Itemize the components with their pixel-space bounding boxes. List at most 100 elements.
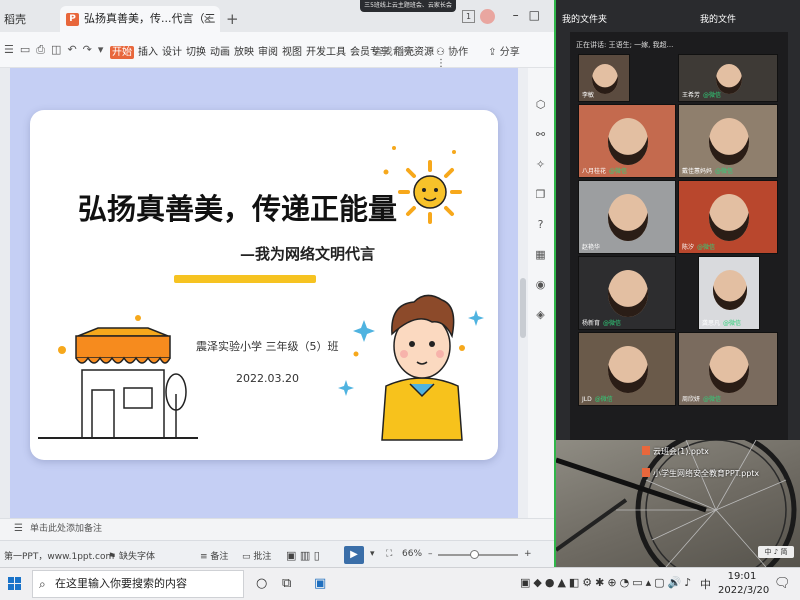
slide-school[interactable]: 震泽实验小学 三年级（5）班	[196, 338, 339, 354]
tab-home[interactable]: 稻壳	[0, 8, 58, 32]
windows-start-icon[interactable]	[8, 577, 22, 591]
location-icon[interactable]: ◉	[534, 278, 547, 291]
participant-video	[712, 270, 748, 310]
desktop-folder-left[interactable]: 我的文件夹	[562, 12, 607, 25]
desktop-file[interactable]: 云班会(1).pptx	[642, 446, 709, 457]
menu-start[interactable]: 开始	[110, 46, 134, 59]
comment-icon: ▭	[242, 552, 254, 562]
participant-name: 八月桂花 @微信	[582, 166, 627, 175]
menu-review[interactable]: 审阅	[258, 47, 278, 58]
participant-video	[607, 118, 649, 166]
notification-icon[interactable]: 🗨	[774, 576, 791, 591]
menu-view[interactable]: 视图	[282, 47, 302, 58]
shape-icon[interactable]: ⬡	[534, 98, 547, 111]
participant-tile[interactable]: 李敏	[578, 54, 630, 102]
remark-button[interactable]: ≡ 备注	[200, 549, 228, 562]
slide-title[interactable]: 弘扬真善美，传递正能量	[78, 186, 397, 228]
participant-tile[interactable]: JLD @微信	[578, 332, 676, 406]
vertical-scrollbar[interactable]	[518, 68, 528, 518]
participant-name-text: 杨新育	[582, 320, 601, 327]
play-options-icon[interactable]: ▾	[370, 549, 375, 559]
toolbar-right: ⚇ 协作 ⇪ 分享⋮	[436, 43, 554, 69]
window-count-badge[interactable]: 1	[462, 10, 475, 23]
participant-tile[interactable]: 陈汐 @微信	[678, 180, 778, 254]
desktop-folder-right[interactable]: 我的文件	[700, 12, 736, 25]
slide[interactable]: 弘扬真善美，传递正能量 —我为网络文明代言 震泽实验小学 三年级（5）班 202…	[30, 110, 498, 460]
close-tab-icon[interactable]: ×	[203, 6, 212, 32]
menu-design[interactable]: 设计	[162, 47, 182, 58]
help-icon[interactable]: ?	[534, 218, 547, 231]
quick-access-icons[interactable]: ☰▭⎙◫↶↷▾	[4, 43, 109, 57]
left-gutter	[0, 68, 10, 518]
share-label: 分享	[499, 47, 520, 58]
slide-illustrations	[38, 146, 484, 441]
meeting-app-icon[interactable]: ▣	[314, 576, 326, 591]
participant-name: 戴佳蕙妈妈 @微信	[682, 166, 733, 175]
participant-tile[interactable]: 杨新育 @微信	[578, 256, 676, 330]
taskbar-search-placeholder: 在这里输入你要搜索的内容	[55, 577, 187, 590]
avatar[interactable]	[480, 9, 495, 24]
participant-tile[interactable]: 周欣妍 @微信	[678, 332, 778, 406]
menu-animation[interactable]: 动画	[210, 47, 230, 58]
ime-indicator[interactable]: 中	[700, 576, 711, 592]
command-search-label: 查找命令...	[372, 47, 423, 58]
zoom-slider-handle[interactable]	[470, 550, 479, 559]
slide-source: 第一PPT，www.1ppt.com	[4, 552, 115, 562]
participant-tile[interactable]: 戴佳蕙妈妈 @微信	[678, 104, 778, 178]
system-tray-icons[interactable]: ▣◆●▲◧⚙✱⊕◔▭▴▢🔊♪	[520, 576, 694, 589]
participant-tile[interactable]: 赵艳华	[578, 180, 676, 254]
collab-button[interactable]: ⚇ 协作	[436, 47, 478, 58]
participant-tile[interactable]: 王希芳 @微信	[678, 54, 778, 102]
participant-name: 赵艳华	[582, 242, 600, 251]
share-button[interactable]: ⇪ 分享	[488, 47, 530, 58]
right-tool-rail: ⬡ ⚯ ✧ ❐ ? ▦ ◉ ◈	[528, 68, 554, 518]
search-icon: ⌕	[364, 47, 373, 58]
taskbar-search-input[interactable]: ⌕ 在这里输入你要搜索的内容	[32, 570, 244, 598]
menu-insert[interactable]: 插入	[138, 47, 158, 58]
participant-name: 陈汐 @微信	[682, 242, 715, 251]
ime-toolbar[interactable]: 中 ♪ 简	[758, 546, 794, 558]
view-mode-icons[interactable]: ▣ ▥ ▯	[286, 549, 320, 562]
task-view-icon[interactable]: ⧉	[282, 576, 291, 591]
zoom-out-icon[interactable]: –	[428, 549, 433, 559]
participant-tile[interactable]: 八月桂花 @微信	[578, 104, 676, 178]
participant-tile[interactable]: 龚思凡 @微信	[698, 256, 760, 330]
window-controls[interactable]: –□	[513, 8, 550, 22]
annotate-button[interactable]: ▭ 批注	[242, 549, 271, 562]
grid-icon[interactable]: ▦	[534, 248, 547, 261]
notes-icon: ☰	[14, 523, 23, 534]
slide-date[interactable]: 2022.03.20	[236, 372, 299, 385]
fit-icon[interactable]: ⛶	[386, 549, 392, 559]
tab-document[interactable]: P 弘扬真善美，传...代言（三5班） ×	[60, 6, 220, 51]
missing-font-button[interactable]: ⚑ 缺失字体	[108, 549, 155, 562]
desktop-file-label: 云班会(1).pptx	[653, 447, 709, 456]
participant-name: 王希芳 @微信	[682, 90, 721, 99]
system-clock[interactable]: 19:01 2022/3/20	[718, 570, 770, 598]
add-tab-icon[interactable]: +	[226, 10, 239, 28]
play-slideshow-button[interactable]: ▶	[344, 546, 364, 564]
notes-placeholder: 单击此处添加备注	[30, 524, 103, 534]
zoom-level[interactable]: 66%	[402, 549, 422, 559]
zoom-in-icon[interactable]: +	[524, 549, 532, 559]
menu-slideshow[interactable]: 放映	[234, 47, 254, 58]
adjust-icon[interactable]: ⚯	[534, 128, 547, 141]
menu-developer[interactable]: 开发工具	[306, 47, 346, 58]
command-search[interactable]: ⌕ 查找命令...	[364, 43, 422, 58]
scroll-thumb[interactable]	[520, 278, 526, 338]
participant-name: 李敏	[582, 90, 594, 99]
copy-icon[interactable]: ❐	[534, 188, 547, 201]
participant-name: JLD @微信	[582, 394, 613, 403]
cube-icon[interactable]: ◈	[534, 308, 547, 321]
desktop-file[interactable]: 小学生网络安全教育PPT.pptx	[642, 468, 759, 479]
slide-subtitle[interactable]: —我为网络文明代言	[240, 243, 375, 264]
participant-source: @微信	[703, 396, 722, 403]
pin-icon[interactable]: ✧	[534, 158, 547, 171]
notes-pane[interactable]: ☰ 单击此处添加备注	[0, 518, 554, 540]
participant-source: @微信	[715, 168, 734, 175]
participant-name-text: 赵艳华	[582, 244, 601, 251]
ppt-file-icon	[642, 468, 650, 477]
cortana-icon[interactable]: ○	[256, 576, 267, 591]
participant-name-text: 龚思凡	[702, 320, 721, 327]
menu-transition[interactable]: 切换	[186, 47, 206, 58]
clock-date: 2022/3/20	[718, 585, 770, 596]
